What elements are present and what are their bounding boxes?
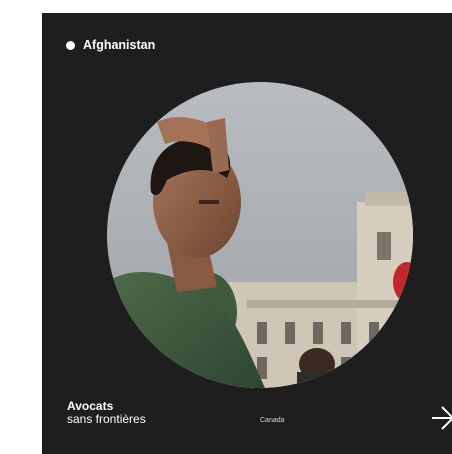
- organization-name: Avocats sans frontières: [67, 400, 146, 426]
- next-arrow-button[interactable]: [432, 405, 452, 431]
- arrow-right-icon: [432, 406, 452, 430]
- country-label: Afghanistan: [83, 38, 156, 52]
- dot-icon: [66, 40, 75, 50]
- portrait-photo: [107, 82, 413, 388]
- location-label: Canada: [260, 417, 285, 424]
- country-tag: Afghanistan: [66, 38, 155, 52]
- story-card[interactable]: Afghanistan Avocats sans frontières Cana…: [42, 13, 452, 454]
- organization-line2: sans frontières: [67, 412, 146, 426]
